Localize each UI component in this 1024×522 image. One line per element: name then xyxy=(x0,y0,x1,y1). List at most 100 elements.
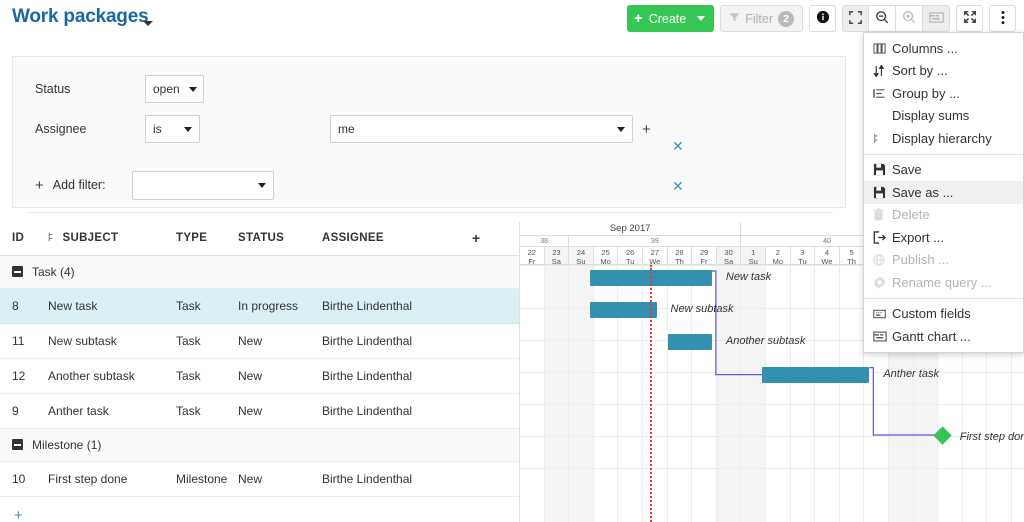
add-work-package-row[interactable]: + xyxy=(0,497,519,522)
toolbar-actions: + Create Filter 2 xyxy=(627,5,1016,32)
add-column-button[interactable]: + xyxy=(472,222,519,256)
menu-item-columns[interactable]: Columns ... xyxy=(864,37,1023,60)
table-row[interactable]: 8 New task Task In progress Birthe Linde… xyxy=(0,289,519,324)
menu-item-sort-by[interactable]: Sort by ... xyxy=(864,60,1023,83)
filter-assignee-value-select[interactable]: me xyxy=(330,115,633,143)
cell-id[interactable]: 10 xyxy=(0,462,48,497)
group-label-milestone: Milestone (1) xyxy=(32,438,101,452)
gantt-day-header: 23Sa xyxy=(545,247,570,265)
chevron-down-icon xyxy=(184,127,192,132)
fullscreen-button[interactable] xyxy=(956,5,983,32)
settings-dropdown-menu[interactable]: Columns ...Sort by ...Group by ...Displa… xyxy=(863,32,1024,353)
column-header-type[interactable]: TYPE xyxy=(176,222,238,256)
cell-status[interactable]: In progress xyxy=(238,289,322,324)
filter-button[interactable]: Filter 2 xyxy=(720,5,803,32)
gantt-toggle-button[interactable] xyxy=(923,5,950,32)
menu-item-group-by[interactable]: Group by ... xyxy=(864,82,1023,105)
cell-spacer xyxy=(472,462,519,497)
menu-item-label: Save as ... xyxy=(892,185,953,200)
column-header-subject[interactable]: SUBJECT xyxy=(48,222,176,256)
cell-subject[interactable]: Another subtask xyxy=(48,359,176,394)
create-button[interactable]: + Create xyxy=(627,5,714,32)
chevron-down-icon xyxy=(258,183,266,188)
table-row[interactable]: 12 Another subtask Task New Birthe Linde… xyxy=(0,359,519,394)
cell-status[interactable]: New xyxy=(238,359,322,394)
zoom-out-button[interactable] xyxy=(869,5,896,32)
filter-status-label: Status xyxy=(35,82,145,96)
filter-assignee-add-value-button[interactable]: + xyxy=(642,121,651,138)
cell-subject[interactable]: Anther task xyxy=(48,394,176,429)
cell-id[interactable]: 11 xyxy=(0,324,48,359)
column-header-assignee[interactable]: ASSIGNEE xyxy=(322,222,472,256)
cell-spacer xyxy=(472,394,519,429)
collapse-icon[interactable] xyxy=(12,439,23,450)
menu-item-display-hierarchy[interactable]: Display hierarchy xyxy=(864,127,1023,150)
gantt-day-header: 5Th xyxy=(840,247,865,265)
cell-type[interactable]: Milestone xyxy=(176,462,238,497)
cell-subject[interactable]: New subtask xyxy=(48,324,176,359)
filter-status-remove-button[interactable]: ✕ xyxy=(672,138,684,155)
gantt-bar-label: Another subtask xyxy=(726,335,806,347)
filter-status-operator-select[interactable]: open xyxy=(145,75,204,103)
filter-assignee-operator-select[interactable]: is xyxy=(145,115,200,143)
cell-id[interactable]: 12 xyxy=(0,359,48,394)
gantt-bar[interactable] xyxy=(590,302,656,318)
menu-item-label: Export ... xyxy=(892,230,944,245)
table-row[interactable]: 9 Anther task Task New Birthe Lindenthal xyxy=(0,394,519,429)
cell-status[interactable]: New xyxy=(238,394,322,429)
group-row-task[interactable]: Task (4) xyxy=(0,256,519,289)
menu-item-export[interactable]: Export ... xyxy=(864,226,1023,249)
menu-item-display-sums[interactable]: Display sums xyxy=(864,105,1023,128)
page-title-chevron-down-icon[interactable] xyxy=(143,21,153,26)
group-row-milestone[interactable]: Milestone (1) xyxy=(0,429,519,462)
cell-assignee[interactable]: Birthe Lindenthal xyxy=(322,289,472,324)
settings-menu-button[interactable] xyxy=(989,5,1016,32)
gantt-bar[interactable] xyxy=(762,367,869,383)
cell-subject[interactable]: First step done xyxy=(48,462,176,497)
cell-type[interactable]: Task xyxy=(176,289,238,324)
zoom-auto-button[interactable] xyxy=(842,5,869,32)
info-button[interactable] xyxy=(809,5,836,32)
cell-subject[interactable]: New task xyxy=(48,289,176,324)
cell-assignee[interactable]: Birthe Lindenthal xyxy=(322,359,472,394)
column-header-status[interactable]: STATUS xyxy=(238,222,322,256)
plus-icon[interactable]: + xyxy=(0,507,23,522)
cell-id[interactable]: 8 xyxy=(0,289,48,324)
gantt-bar-label: New subtask xyxy=(671,303,734,315)
group-label-task: Task (4) xyxy=(32,265,75,279)
add-filter-select[interactable] xyxy=(132,171,274,200)
filter-assignee-value: me xyxy=(338,122,355,136)
cell-assignee[interactable]: Birthe Lindenthal xyxy=(322,324,472,359)
table-row[interactable]: 11 New subtask Task New Birthe Lindentha… xyxy=(0,324,519,359)
cell-type[interactable]: Task xyxy=(176,324,238,359)
gantt-bar[interactable] xyxy=(668,334,712,350)
zoom-in-button[interactable] xyxy=(896,5,923,32)
collapse-icon[interactable] xyxy=(12,266,23,277)
table-row[interactable]: 10 First step done Milestone New Birthe … xyxy=(0,462,519,497)
menu-item-save[interactable]: Save xyxy=(864,159,1023,182)
filter-assignee-remove-button[interactable]: ✕ xyxy=(672,178,684,195)
menu-item-custom-fields[interactable]: Custom fields xyxy=(864,303,1023,326)
menu-item-save-as[interactable]: Save as ... xyxy=(864,181,1023,204)
cell-status[interactable]: New xyxy=(238,324,322,359)
gantt-day-number: 5 xyxy=(840,248,864,257)
gantt-day-number: 24 xyxy=(569,248,593,257)
filter-row-status: Status open xyxy=(35,75,204,103)
cell-spacer xyxy=(472,289,519,324)
column-header-id[interactable]: ID xyxy=(0,222,48,256)
cell-assignee[interactable]: Birthe Lindenthal xyxy=(322,394,472,429)
filter-divider xyxy=(27,212,833,213)
cell-type[interactable]: Task xyxy=(176,359,238,394)
filter-count-badge: 2 xyxy=(778,11,794,27)
gantt-day-number: 22 xyxy=(520,248,544,257)
today-line xyxy=(650,265,652,522)
cell-status[interactable]: New xyxy=(238,462,322,497)
cell-type[interactable]: Task xyxy=(176,394,238,429)
menu-item-gantt-chart[interactable]: Gantt chart ... xyxy=(864,325,1023,348)
column-header-subject-label: SUBJECT xyxy=(63,232,119,244)
menu-separator xyxy=(864,154,1023,155)
gantt-grid-column xyxy=(545,265,570,522)
cell-id[interactable]: 9 xyxy=(0,394,48,429)
cell-assignee[interactable]: Birthe Lindenthal xyxy=(322,462,472,497)
kebab-menu-icon xyxy=(1001,10,1005,28)
